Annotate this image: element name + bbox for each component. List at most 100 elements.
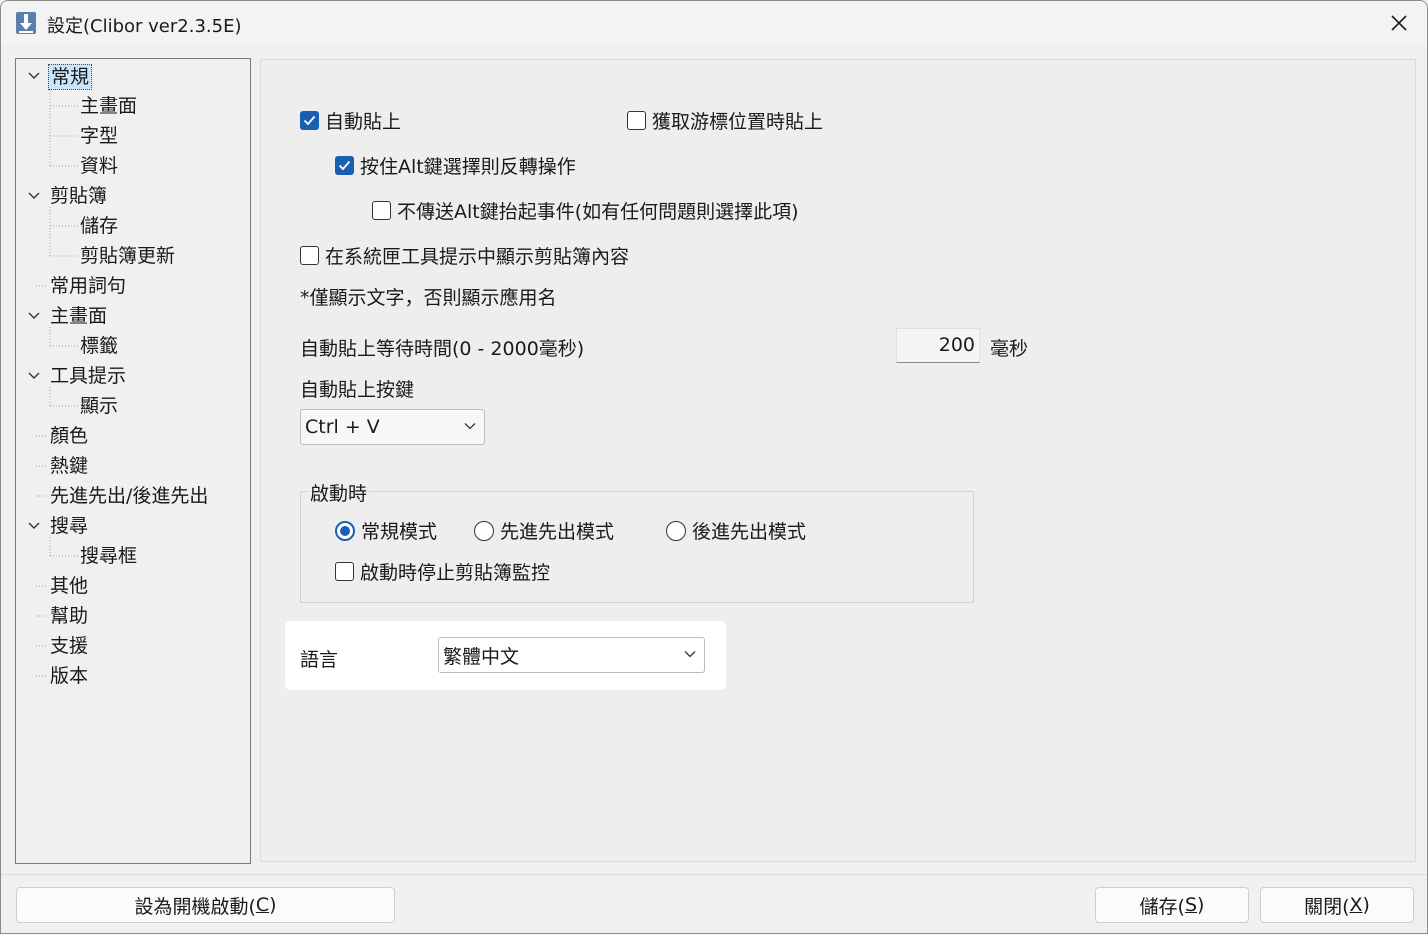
tree-item-label: 常規 bbox=[48, 64, 93, 90]
paste-key-value: Ctrl + V bbox=[305, 416, 380, 438]
chevron-down-icon[interactable] bbox=[27, 519, 41, 533]
alt-reverse-checkbox[interactable]: 按住Alt鍵選擇則反轉操作 bbox=[335, 152, 576, 179]
close-accesskey: X bbox=[1349, 894, 1363, 916]
tree-item-clipboard[interactable]: 剪貼簿 bbox=[16, 181, 250, 211]
no-alt-up-checkbox[interactable]: 不傳送Alt鍵抬起事件(如有任何問題則選擇此項) bbox=[372, 197, 799, 224]
tree-item-label: 搜尋 bbox=[50, 515, 89, 537]
tree-item-label: 主畫面 bbox=[80, 95, 138, 117]
tree-item-search[interactable]: 搜尋 bbox=[16, 511, 250, 541]
settings-tree[interactable]: 常規 主畫面 字型 資料 剪貼簿 儲存 剪貼簿更新 常用詞句 主畫面 標籤 工具提示 顯示 顏色 熱鍵 先進… bbox=[15, 58, 251, 864]
checkbox-unchecked-icon bbox=[335, 562, 354, 581]
tree-item-support[interactable]: 支援 bbox=[16, 631, 250, 661]
general-settings-panel bbox=[260, 59, 1416, 862]
close-button[interactable]: 關閉(X) bbox=[1260, 887, 1414, 923]
tree-item-main-screen-2[interactable]: 主畫面 bbox=[16, 301, 250, 331]
checkbox-unchecked-icon bbox=[300, 246, 319, 265]
tree-item-other[interactable]: 其他 bbox=[16, 571, 250, 601]
tree-item-phrases[interactable]: 常用詞句 bbox=[16, 271, 250, 301]
tree-item-label: 常用詞句 bbox=[50, 275, 127, 297]
paste-on-cursor-checkbox[interactable]: 獲取游標位置時貼上 bbox=[627, 107, 823, 134]
chevron-down-icon[interactable] bbox=[27, 309, 41, 323]
tray-tooltip-label: 在系統匣工具提示中顯示剪貼簿內容 bbox=[325, 246, 630, 268]
checkbox-checked-icon bbox=[300, 111, 319, 130]
chevron-down-icon[interactable] bbox=[27, 189, 41, 203]
tree-item-label: 儲存 bbox=[80, 215, 119, 237]
tree-item-label: 剪貼簿更新 bbox=[80, 245, 176, 267]
mode-fifo-label: 先進先出模式 bbox=[500, 521, 615, 543]
auto-paste-checkbox[interactable]: 自動貼上 bbox=[300, 107, 401, 134]
tree-item-label: 其他 bbox=[50, 575, 89, 597]
tree-item-label: 版本 bbox=[50, 665, 89, 687]
set-startup-paren: ) bbox=[269, 894, 277, 916]
footer-divider bbox=[1, 874, 1427, 875]
tree-item-clipboard-update[interactable]: 剪貼簿更新 bbox=[16, 241, 250, 271]
checkbox-unchecked-icon bbox=[627, 111, 646, 130]
wait-time-input[interactable]: 200 bbox=[896, 328, 980, 363]
set-startup-accesskey: C bbox=[255, 894, 270, 916]
tree-item-label: 顏色 bbox=[50, 425, 89, 447]
tree-item-help[interactable]: 幫助 bbox=[16, 601, 250, 631]
language-label: 語言 bbox=[300, 649, 339, 671]
no-alt-up-label: 不傳送Alt鍵抬起事件(如有任何問題則選擇此項) bbox=[397, 201, 799, 223]
tree-item-label: 幫助 bbox=[50, 605, 89, 627]
tree-item-version[interactable]: 版本 bbox=[16, 661, 250, 691]
save-button[interactable]: 儲存(S) bbox=[1095, 887, 1249, 923]
chevron-down-icon[interactable] bbox=[27, 69, 41, 83]
tree-item-label: 工具提示 bbox=[50, 365, 127, 387]
tree-item-label: 搜尋框 bbox=[80, 545, 138, 567]
mode-lifo-radio[interactable]: 後進先出模式 bbox=[666, 517, 806, 544]
tree-item-label: 標籤 bbox=[80, 335, 119, 357]
app-download-icon bbox=[16, 12, 36, 34]
settings-window: 設定(Clibor ver2.3.5E) 常規 主畫面 字型 資料 剪貼簿 儲存 剪貼簿更新… bbox=[0, 0, 1428, 934]
stop-monitor-checkbox[interactable]: 啟動時停止剪貼簿監控 bbox=[335, 558, 550, 585]
radio-selected-icon bbox=[335, 520, 355, 541]
tree-item-hotkeys[interactable]: 熱鍵 bbox=[16, 451, 250, 481]
stop-monitor-label: 啟動時停止剪貼簿監控 bbox=[360, 562, 551, 584]
tree-item-label: 熱鍵 bbox=[50, 455, 89, 477]
paste-key-label: 自動貼上按鍵 bbox=[300, 379, 415, 401]
tree-item-storage[interactable]: 儲存 bbox=[16, 211, 250, 241]
paste-key-select[interactable]: Ctrl + V bbox=[300, 409, 485, 445]
tree-item-label: 剪貼簿 bbox=[50, 185, 108, 207]
window-close-button[interactable] bbox=[1371, 1, 1427, 45]
language-value: 繁體中文 bbox=[443, 645, 520, 668]
startup-groupbox bbox=[300, 491, 974, 603]
tree-item-label: 顯示 bbox=[80, 395, 119, 417]
checkbox-checked-icon bbox=[335, 156, 354, 175]
tree-item-colors[interactable]: 顏色 bbox=[16, 421, 250, 451]
paste-on-cursor-label: 獲取游標位置時貼上 bbox=[652, 111, 824, 133]
window-title: 設定(Clibor ver2.3.5E) bbox=[47, 16, 242, 37]
alt-reverse-label: 按住Alt鍵選擇則反轉操作 bbox=[360, 156, 576, 178]
tree-item-display[interactable]: 顯示 bbox=[16, 391, 250, 421]
tree-item-label: 先進先出/後進先出 bbox=[50, 485, 209, 507]
tree-item-font[interactable]: 字型 bbox=[16, 121, 250, 151]
tree-item-label: 字型 bbox=[80, 125, 119, 147]
tree-item-main-screen[interactable]: 主畫面 bbox=[16, 91, 250, 121]
chevron-down-icon[interactable] bbox=[27, 369, 41, 383]
close-paren: ) bbox=[1362, 894, 1370, 916]
title-bar: 設定(Clibor ver2.3.5E) bbox=[1, 1, 1427, 45]
mode-normal-radio[interactable]: 常規模式 bbox=[335, 517, 437, 544]
tree-item-fifo-lifo[interactable]: 先進先出/後進先出 bbox=[16, 481, 250, 511]
chevron-down-icon bbox=[684, 651, 696, 658]
tree-item-search-box[interactable]: 搜尋框 bbox=[16, 541, 250, 571]
tree-item-tabs[interactable]: 標籤 bbox=[16, 331, 250, 361]
auto-paste-label: 自動貼上 bbox=[325, 111, 402, 133]
save-accesskey: S bbox=[1184, 894, 1198, 916]
close-label: 關閉( bbox=[1304, 895, 1350, 918]
close-icon bbox=[1391, 15, 1407, 31]
tray-note-text: *僅顯示文字，否則顯示應用名 bbox=[300, 287, 557, 309]
save-paren: ) bbox=[1197, 894, 1205, 916]
tree-item-tooltip[interactable]: 工具提示 bbox=[16, 361, 250, 391]
set-startup-label: 設為開機啟動( bbox=[134, 895, 256, 918]
tree-item-data[interactable]: 資料 bbox=[16, 151, 250, 181]
set-startup-button[interactable]: 設為開機啟動(C) bbox=[16, 887, 395, 923]
tree-item-label: 資料 bbox=[80, 155, 119, 177]
radio-unselected-icon bbox=[666, 520, 686, 541]
mode-fifo-radio[interactable]: 先進先出模式 bbox=[474, 517, 614, 544]
checkbox-unchecked-icon bbox=[372, 201, 391, 220]
tray-tooltip-checkbox[interactable]: 在系統匣工具提示中顯示剪貼簿內容 bbox=[300, 242, 629, 269]
mode-lifo-label: 後進先出模式 bbox=[692, 521, 807, 543]
language-select[interactable]: 繁體中文 bbox=[438, 637, 705, 673]
tree-item-general[interactable]: 常規 bbox=[16, 61, 250, 91]
